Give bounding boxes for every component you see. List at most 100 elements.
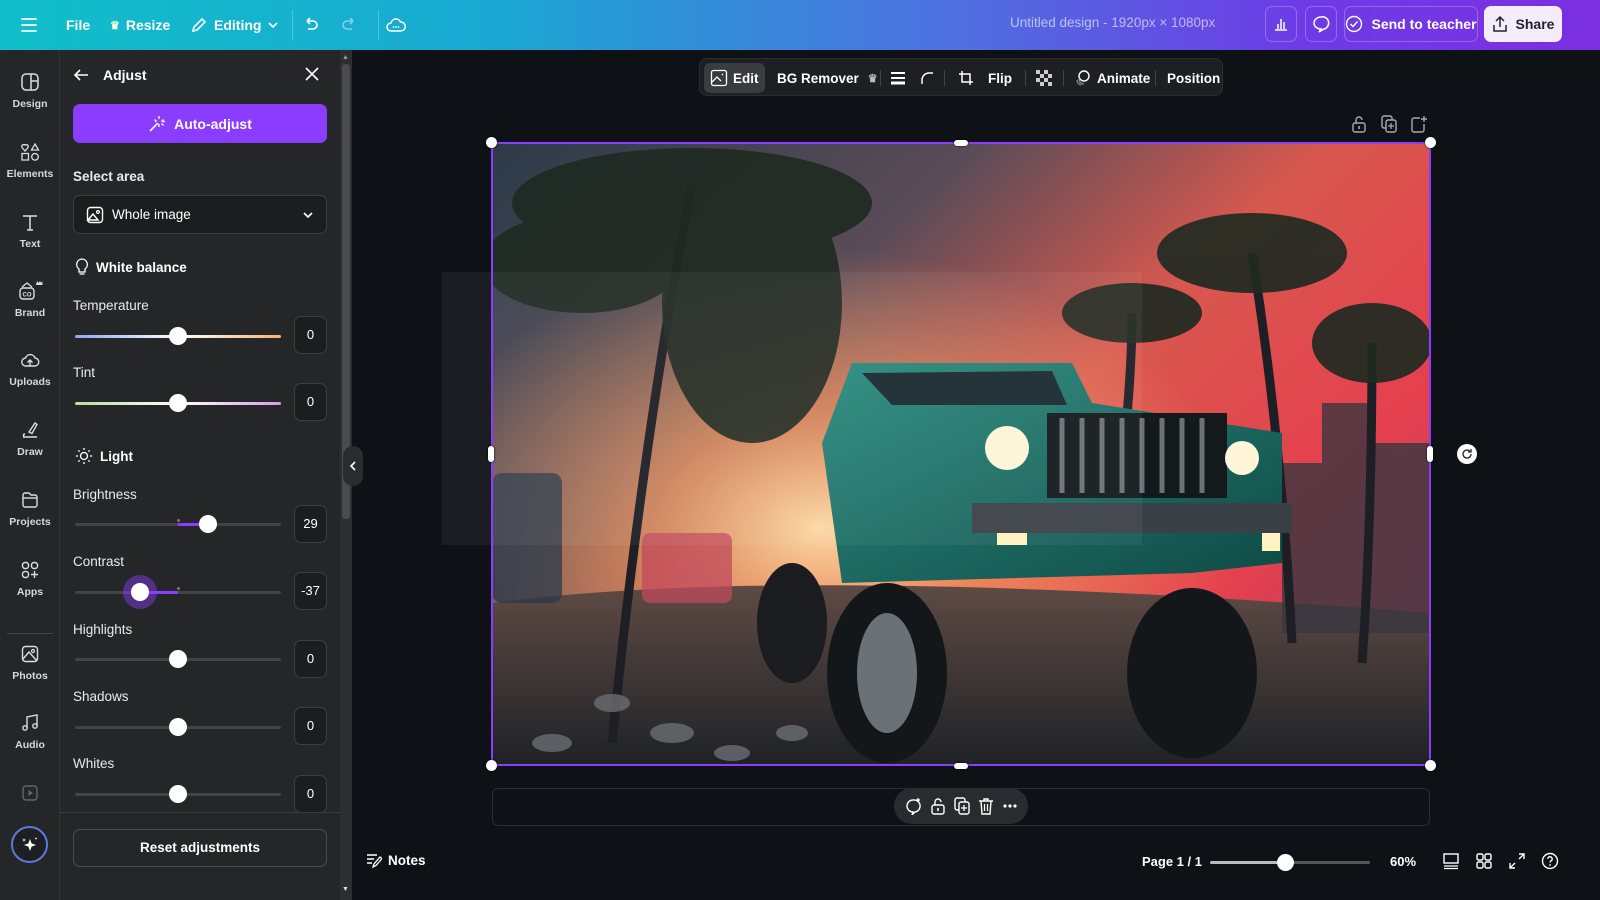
scroll-up-icon[interactable]: ▲ <box>342 54 349 61</box>
slider-knob[interactable] <box>169 718 187 736</box>
slider-knob[interactable] <box>169 785 187 803</box>
page-view-icon[interactable] <box>1442 852 1460 870</box>
cloud-save-button[interactable] <box>386 0 406 50</box>
notes-icon <box>367 854 382 868</box>
rail-item-elements[interactable]: Elements <box>0 142 60 180</box>
document-title[interactable]: Untitled design - 1920px × 1080px <box>1010 0 1215 50</box>
send-to-teacher-button[interactable]: Send to teacher <box>1344 6 1478 42</box>
file-menu[interactable]: File <box>66 0 90 50</box>
zoom-level[interactable]: 60% <box>1390 854 1416 869</box>
rail-item-draw[interactable]: Draw <box>0 420 60 458</box>
brightness-slider[interactable] <box>75 514 281 534</box>
tint-value[interactable]: 0 <box>294 383 327 421</box>
highlights-slider[interactable] <box>75 649 281 669</box>
resize-handle-top-right[interactable] <box>1425 137 1436 148</box>
rail-item-design[interactable]: Design <box>0 72 60 110</box>
brightness-value[interactable]: 29 <box>294 505 327 543</box>
slider-knob[interactable] <box>169 394 187 412</box>
shadows-slider[interactable] <box>75 717 281 737</box>
slider-knob[interactable] <box>169 327 187 345</box>
fullscreen-icon[interactable] <box>1508 852 1526 870</box>
corner-rounding-button[interactable] <box>914 63 940 93</box>
page-indicator[interactable]: Page 1 / 1 <box>1142 854 1202 869</box>
contrast-value[interactable]: -37 <box>294 572 327 610</box>
temperature-slider[interactable] <box>75 326 281 346</box>
rail-item-videos[interactable] <box>0 784 60 808</box>
position-button[interactable]: Position <box>1161 63 1226 93</box>
resize-handle-bottom-left[interactable] <box>486 760 497 771</box>
add-page-icon[interactable] <box>1411 115 1427 133</box>
zoom-slider[interactable] <box>1210 854 1370 871</box>
resize-handle-top-left[interactable] <box>486 137 497 148</box>
resize-handle-bottom-right[interactable] <box>1425 760 1436 771</box>
editing-mode-dropdown[interactable]: Editing <box>190 0 279 50</box>
whites-slider[interactable] <box>75 784 281 804</box>
jeep-sunset-photo <box>492 143 1430 765</box>
more-options-icon[interactable] <box>1002 803 1018 809</box>
slider-knob[interactable] <box>130 583 149 601</box>
edit-image-icon <box>710 69 728 87</box>
tint-slider[interactable] <box>75 393 281 413</box>
rotate-handle[interactable] <box>1457 444 1477 464</box>
undo-button[interactable] <box>302 0 320 50</box>
duplicate-page-icon[interactable] <box>1381 115 1397 133</box>
border-style-button[interactable] <box>884 63 912 93</box>
zoom-slider-knob[interactable] <box>1277 854 1295 871</box>
scroll-down-icon[interactable]: ▼ <box>342 886 349 893</box>
slider-knob[interactable] <box>169 650 187 668</box>
trash-icon[interactable] <box>978 797 994 815</box>
reset-adjustments-button[interactable]: Reset adjustments <box>73 829 327 867</box>
highlights-value[interactable]: 0 <box>294 640 327 678</box>
share-button[interactable]: Share <box>1484 6 1562 42</box>
auto-adjust-button[interactable]: Auto-adjust <box>73 104 327 143</box>
main-menu-button[interactable] <box>20 0 38 50</box>
rail-item-photos[interactable]: Photos <box>0 644 60 682</box>
shadows-value[interactable]: 0 <box>294 707 327 745</box>
resize-handle-bottom[interactable] <box>954 763 968 769</box>
resize-button[interactable]: ♛ Resize <box>110 0 170 50</box>
video-icon <box>22 785 38 801</box>
rail-item-audio[interactable]: Audio <box>0 713 60 751</box>
rail-item-text[interactable]: Text <box>0 212 60 250</box>
transparency-button[interactable] <box>1030 63 1058 93</box>
close-panel-button[interactable] <box>305 67 319 86</box>
help-icon[interactable] <box>1541 852 1559 870</box>
crop-button[interactable] <box>952 63 980 93</box>
animate-button[interactable]: Animate <box>1068 63 1156 93</box>
lock-icon[interactable] <box>1351 115 1367 133</box>
rail-item-projects[interactable]: Projects <box>0 490 60 528</box>
lightbulb-icon <box>76 258 88 275</box>
insights-button[interactable] <box>1265 6 1297 42</box>
comment-icon <box>1313 16 1330 33</box>
contrast-slider[interactable] <box>75 582 281 602</box>
resize-handle-top[interactable] <box>954 140 968 146</box>
flip-button[interactable]: Flip <box>982 63 1018 93</box>
magic-ai-button[interactable] <box>11 826 48 863</box>
comment-button[interactable] <box>1305 6 1337 42</box>
resize-handle-right[interactable] <box>1427 446 1433 462</box>
lock-icon[interactable] <box>930 797 946 815</box>
selected-image[interactable] <box>492 143 1430 765</box>
duplicate-icon[interactable] <box>954 797 970 815</box>
rail-item-brand[interactable]: CO Brand <box>0 279 60 319</box>
edit-label: Edit <box>733 70 759 86</box>
crown-icon: ♛ <box>867 72 878 85</box>
resize-handle-left[interactable] <box>488 446 494 462</box>
notes-button[interactable]: Notes <box>366 852 426 868</box>
collapse-panel-button[interactable] <box>343 446 363 486</box>
bg-remover-button[interactable]: BG Remover ♛ <box>771 63 884 93</box>
flip-label: Flip <box>988 70 1012 86</box>
grid-view-icon[interactable] <box>1475 852 1493 870</box>
temperature-value[interactable]: 0 <box>294 316 327 354</box>
rail-item-uploads[interactable]: Uploads <box>0 350 60 388</box>
comment-add-icon[interactable] <box>904 797 922 815</box>
divider <box>7 633 53 634</box>
back-arrow-icon[interactable] <box>73 68 89 82</box>
redo-button[interactable] <box>340 0 358 50</box>
slider-knob[interactable] <box>198 515 217 533</box>
select-area-dropdown[interactable]: Whole image <box>73 195 327 234</box>
rail-item-apps[interactable]: Apps <box>0 560 60 598</box>
whites-value[interactable]: 0 <box>294 775 327 813</box>
edit-image-button[interactable]: Edit <box>704 63 765 93</box>
bg-remover-label: BG Remover <box>777 70 859 86</box>
